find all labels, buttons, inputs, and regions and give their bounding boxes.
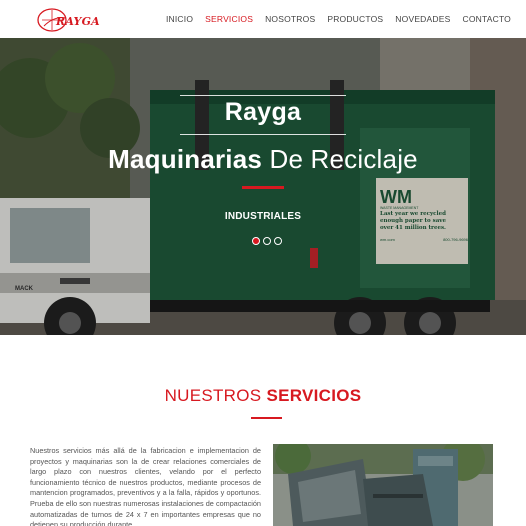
nav-item-contacto[interactable]: CONTACTO [462,14,511,24]
hero-title: Maquinarias De Reciclaje [0,144,526,175]
main-nav: INICIO SERVICIOS NOSOTROS PRODUCTOS NOVE… [166,14,511,24]
hero-subtitle: INDUSTRIALES [224,211,302,222]
rayga-logo[interactable]: RAYGA [36,6,100,34]
hero-mid-line [180,134,346,135]
nav-item-inicio[interactable]: INICIO [166,14,193,24]
services-heading-light: NUESTROS [164,386,267,405]
services-accent-bar [251,417,282,419]
slider-dot-2[interactable] [263,237,271,245]
slider-dots [252,237,282,245]
nav-item-productos[interactable]: PRODUCTOS [327,14,383,24]
logo-text: RAYGA [56,15,100,28]
nav-item-servicios[interactable]: SERVICIOS [205,14,253,24]
services-description: Nuestros servicios más allá de la fabric… [30,446,261,526]
hero-title-rest: De Reciclaje [262,144,418,174]
site-header: RAYGA INICIO SERVICIOS NOSOTROS PRODUCTO… [0,0,526,38]
compactor-photo-image [273,444,493,526]
hero-title-bold: Maquinarias [108,144,263,174]
hero-accent-bar [242,186,284,189]
nav-item-novedades[interactable]: NOVEDADES [395,14,450,24]
services-heading-bold: SERVICIOS [266,386,362,405]
slider-dot-1[interactable] [252,237,260,245]
nav-item-nosotros[interactable]: NOSOTROS [265,14,315,24]
slider-dot-3[interactable] [274,237,282,245]
services-photo [273,444,493,526]
hero-slider: WM WASTE MANAGEMENT Last year we recycle… [0,38,526,335]
hero-brand: Rayga [224,98,302,126]
hero-top-line [180,95,346,96]
services-heading: NUESTROS SERVICIOS [0,386,526,406]
